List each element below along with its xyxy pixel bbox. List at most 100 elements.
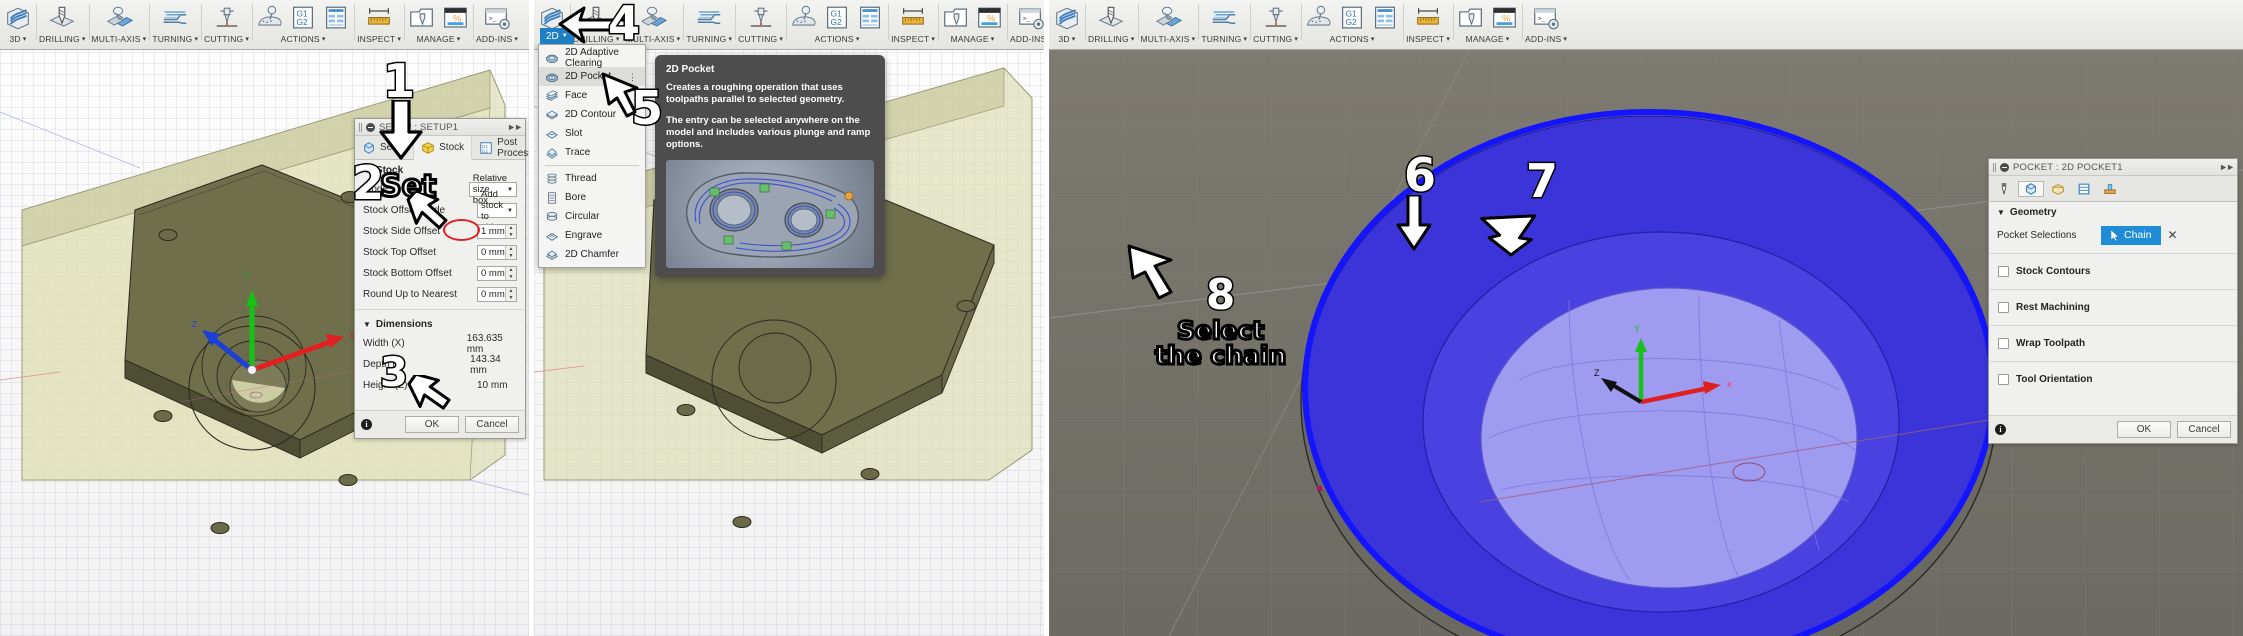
drag-grip-icon[interactable] [359,122,362,132]
chevron-down-icon[interactable]: ▾ [1506,36,1510,43]
ribbon-group-label[interactable]: CUTTING ▾ [204,34,249,44]
ribbon-group-icons[interactable] [47,2,77,34]
ribbon-group-drilling[interactable]: DRILLING ▾ [1085,0,1138,50]
collapse-dot-icon[interactable] [2000,162,2009,172]
info-icon[interactable]: i [1995,424,2006,435]
ribbon-group-icons[interactable] [1052,2,1082,34]
stepper-down-icon[interactable]: ▼ [506,295,516,302]
ribbon-group-icons[interactable]: % [407,2,470,34]
ribbon-group-actions[interactable]: G1 G2 ACTIONS ▾ [252,0,354,50]
chevron-down-icon[interactable]: ▾ [23,36,27,43]
ribbon-group-icons[interactable]: % [1456,2,1519,34]
ribbon-group-icons[interactable] [3,2,33,34]
ribbon-group-label[interactable]: TURNING ▾ [1201,34,1247,44]
chevron-down-icon[interactable]: ▾ [194,36,198,43]
ribbon-group-icons[interactable] [746,2,776,34]
ribbon-group-manage[interactable]: % MANAGE ▾ [938,0,1007,50]
double-right-arrow-icon[interactable]: ►► [2219,162,2235,172]
tab-heights[interactable] [2046,182,2070,196]
round-up-stepper[interactable]: ▲ ▼ [505,288,516,301]
ribbon-group-actions[interactable]: G1 G2 ACTIONS ▾ [1301,0,1403,50]
chevron-down-icon[interactable]: ▾ [616,36,620,43]
field-stock-offset-mode[interactable]: Stock Offset Mode Add stock to sid... ▼ [355,189,525,233]
ribbon-group-actions[interactable]: G1 G2 ACTIONS ▾ [786,0,888,50]
stepper-down-icon[interactable]: ▼ [506,274,516,281]
setup-dialog-titlebar[interactable]: SETUP : SETUP1 ►► [355,119,525,136]
menu-item-circular[interactable]: Circular [539,207,645,226]
menu-item-engrave[interactable]: Engrave [539,226,645,245]
ribbon-group-inspect[interactable]: INSPECT ▾ [1403,0,1453,50]
ribbon-group-add-ins[interactable]: >_ ADD-INS▾ [1522,0,1570,50]
chevron-down-icon[interactable]: ▾ [991,36,995,43]
ribbon-group-3d[interactable]: 3D▾ [0,0,36,50]
ribbon-group-label[interactable]: ADD-INS▾ [476,34,518,44]
ribbon-3[interactable]: 3D ▾ DRILLING ▾ MULTI-AXIS ▾ TURNING ▾ CUTTI… [1049,0,2243,50]
ribbon-group-label[interactable]: CUTTING ▾ [1253,34,1298,44]
ribbon-group-label[interactable]: CUTTING ▾ [738,34,783,44]
chevron-down-icon[interactable]: ▾ [1371,36,1375,43]
pocket-dialog-tabs[interactable] [1989,176,2237,202]
field-stock-bottom-offset[interactable]: Stock Bottom Offset 0 mm ▲ ▼ [355,263,525,284]
menu-item-slot[interactable]: Slot [539,124,645,143]
ribbon-group-icons[interactable] [694,2,724,34]
ribbon-group-icons[interactable] [160,2,190,34]
chevron-down-icon[interactable]: ▾ [397,36,401,43]
ribbon-group-label[interactable]: 3D▾ [10,34,27,44]
stock-bottom-offset-input[interactable]: 0 mm ▲ ▼ [477,266,517,281]
ribbon-group-label[interactable]: DRILLING ▾ [1088,34,1135,44]
ribbon-group-icons[interactable] [1413,2,1443,34]
setup-dialog-tabs[interactable]: Setup Stock G1 G2 Post Process [355,136,529,160]
tab-passes[interactable] [2072,182,2096,196]
chevron-down-icon[interactable]: ▾ [245,36,249,43]
chain-button[interactable]: Chain [2101,225,2162,245]
menu-item-2d-chamfer[interactable]: 2D Chamfer [539,245,645,264]
menu-item-2d-adaptive-clearing[interactable]: 2D Adaptive Clearing [539,47,645,69]
chevron-down-icon[interactable]: ▾ [1131,36,1135,43]
menu-item-face[interactable]: Face [539,86,645,105]
chevron-down-icon[interactable]: ▾ [1192,36,1196,43]
tab-setup[interactable]: Setup [355,136,415,159]
ribbon-group-cutting[interactable]: CUTTING ▾ [1250,0,1301,50]
ribbon-group-add-ins[interactable]: >_ ADD-INS▾ [473,0,521,50]
ribbon-group-icons[interactable] [581,2,611,34]
ribbon-group-label[interactable]: 3D▾ [1059,34,1076,44]
pocket-dialog-titlebar[interactable]: POCKET : 2D POCKET1 ►► [1989,159,2237,176]
ribbon-group-label[interactable]: MULTI-AXIS ▾ [626,34,681,44]
ribbon-group-label[interactable]: INSPECT ▾ [357,34,401,44]
ribbon-group-label[interactable]: ACTIONS ▾ [1330,34,1375,44]
ribbon-group-label[interactable]: DRILLING ▾ [39,34,86,44]
menu-item-thread[interactable]: Thread [539,169,645,188]
chevron-down-icon[interactable]: ▾ [1243,36,1247,43]
round-up-input[interactable]: 0 mm ▲ ▼ [477,287,517,302]
ribbon-group-icons[interactable] [1153,2,1183,34]
ribbon-group-label[interactable]: MANAGE ▾ [951,34,995,44]
menu-item-2d-pocket[interactable]: 2D Pocket ⋮ [539,67,645,86]
chevron-down-icon[interactable]: ▾ [82,36,86,43]
ribbon-group-icons[interactable] [638,2,668,34]
ribbon-group-label[interactable]: INSPECT ▾ [1406,34,1450,44]
ribbon-group-multi-axis[interactable]: MULTI-AXIS ▾ [622,0,684,50]
double-right-arrow-icon[interactable]: ►► [507,122,523,132]
ribbon-group-multi-axis[interactable]: MULTI-AXIS ▾ [1137,0,1199,50]
ribbon-group-icons[interactable] [1096,2,1126,34]
ribbon-group-label[interactable]: ACTIONS ▾ [281,34,326,44]
ribbon-group-label[interactable]: MANAGE ▾ [417,34,461,44]
stock-top-offset-input[interactable]: 0 mm ▲ ▼ [477,245,517,260]
chevron-down-icon[interactable]: ▾ [514,36,518,43]
ribbon-group-multi-axis[interactable]: MULTI-AXIS ▾ [88,0,150,50]
ribbon-group-icons[interactable]: >_ [482,2,512,34]
checkbox-rest-machining[interactable]: Rest Machining [1989,294,2237,321]
tool-orientation-checkbox[interactable] [1998,374,2009,385]
ribbon-group-icons[interactable]: G1 G2 [1304,2,1400,34]
ribbon-group-icons[interactable]: % [941,2,1004,34]
ribbon-group-cutting[interactable]: CUTTING ▾ [735,0,786,50]
drag-grip-icon[interactable] [1993,162,1996,172]
ribbon-group-turning[interactable]: TURNING ▾ [683,0,735,50]
ribbon-group-drilling[interactable]: DRILLING ▾ [36,0,89,50]
pocket-ok-button[interactable]: OK [2117,421,2171,438]
field-round-up-to-nearest[interactable]: Round Up to Nearest 0 mm ▲ ▼ [355,284,525,305]
ribbon-2[interactable]: 3D▾ DRILLING▾ MULTI-AXIS▾ TURNING▾ CUTTI… [534,0,1052,50]
ribbon-group-icons[interactable]: G1 G2 [255,2,351,34]
chevron-down-icon[interactable]: ▾ [677,36,681,43]
chevron-down-icon[interactable]: ▾ [779,36,783,43]
